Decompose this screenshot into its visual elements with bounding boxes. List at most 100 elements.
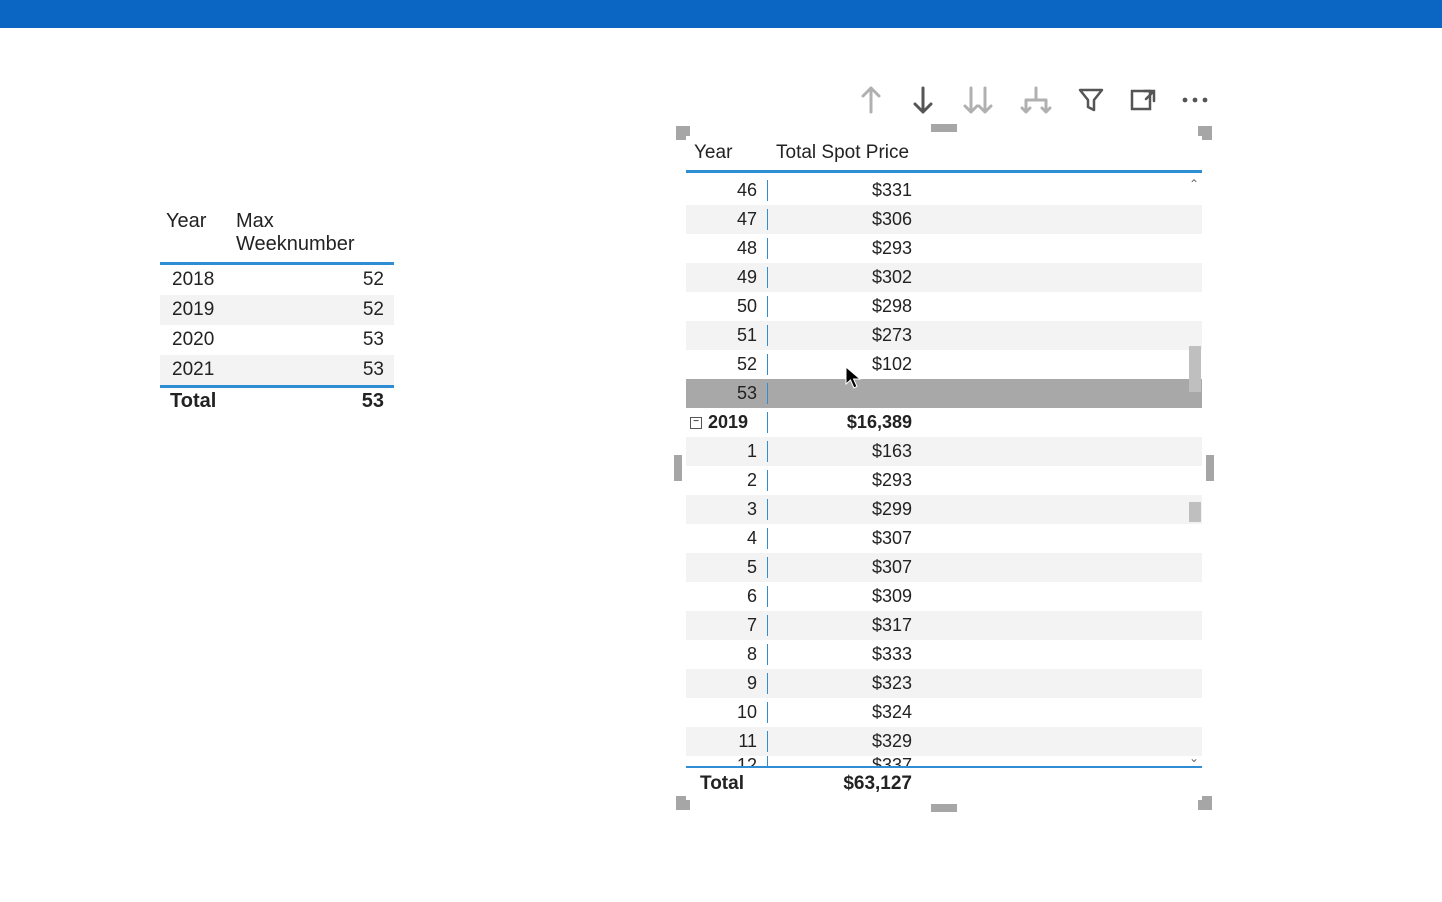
cell-value: $273 xyxy=(768,325,922,346)
table-row[interactable]: 202153 xyxy=(160,355,394,385)
row-header: 3 xyxy=(686,499,768,520)
row-header: 51 xyxy=(686,325,768,346)
matrix-body: Year Total Spot Price 46$33147$30648$293… xyxy=(686,136,1202,800)
scroll-down-icon[interactable]: ⌄ xyxy=(1186,750,1202,766)
table-viewport[interactable]: 46$33147$30648$29349$30250$29851$27352$1… xyxy=(686,176,1202,766)
cell-value: $302 xyxy=(768,267,922,288)
cell-value: $337 xyxy=(768,756,922,766)
cell-value: $331 xyxy=(768,180,922,201)
cell-value: $293 xyxy=(768,470,922,491)
table-total-row: Total $63,127 xyxy=(686,766,1202,800)
cell-value: $293 xyxy=(768,238,922,259)
total-label: Total xyxy=(160,390,230,413)
scroll-up-icon[interactable]: ⌃ xyxy=(1186,176,1202,192)
table-row[interactable]: 3$299 xyxy=(686,495,1202,524)
table-row[interactable]: 4$307 xyxy=(686,524,1202,553)
resize-handle[interactable] xyxy=(674,455,682,481)
spot-price-matrix-visual[interactable]: Year Total Spot Price 46$33147$30648$293… xyxy=(678,128,1210,808)
column-header-spotprice[interactable]: Total Spot Price xyxy=(776,142,1202,164)
table-row[interactable]: 201952 xyxy=(160,295,394,325)
cell-value: $317 xyxy=(768,615,922,636)
cell-value: $16,389 xyxy=(768,412,922,433)
row-header: 1 xyxy=(686,441,768,462)
row-header: −2019 xyxy=(686,412,768,433)
drill-down-icon[interactable] xyxy=(908,84,938,116)
collapse-icon[interactable]: − xyxy=(690,417,702,429)
table-row[interactable]: 1$163 xyxy=(686,437,1202,466)
column-header-year[interactable]: Year xyxy=(160,206,230,262)
total-label: Total xyxy=(686,773,768,795)
focus-mode-icon[interactable] xyxy=(1128,85,1158,115)
cell-year: 2019 xyxy=(160,299,230,321)
drill-up-icon[interactable] xyxy=(856,84,886,116)
table-header-row: Year Max Weeknumber xyxy=(160,206,394,265)
table-row[interactable]: 51$273 xyxy=(686,321,1202,350)
total-value: 53 xyxy=(230,390,394,413)
table-row[interactable]: 52$102 xyxy=(686,350,1202,379)
scrollbar-thumb[interactable] xyxy=(1189,346,1201,392)
table-row[interactable]: 7$317 xyxy=(686,611,1202,640)
row-header: 46 xyxy=(686,180,768,201)
scrollbar-thumb[interactable] xyxy=(1189,502,1201,522)
cell-value: $324 xyxy=(768,702,922,723)
report-canvas: Year Max Weeknumber 20185220195220205320… xyxy=(0,28,1442,902)
row-header: 53 xyxy=(686,383,768,404)
cell-value: $333 xyxy=(768,644,922,665)
vertical-scrollbar[interactable]: ⌃ ⌄ xyxy=(1186,176,1202,766)
row-header: 8 xyxy=(686,644,768,665)
cell-year: 2018 xyxy=(160,269,230,291)
table-row[interactable]: 50$298 xyxy=(686,292,1202,321)
cell-year: 2020 xyxy=(160,329,230,351)
table-row[interactable]: 53 xyxy=(686,379,1202,408)
table-header-row: Year Total Spot Price xyxy=(686,136,1202,173)
row-header: 9 xyxy=(686,673,768,694)
table-row[interactable]: 201852 xyxy=(160,265,394,295)
table-row[interactable]: 46$331 xyxy=(686,176,1202,205)
max-weeknumber-table[interactable]: Year Max Weeknumber 20185220195220205320… xyxy=(160,206,394,415)
table-row[interactable]: 9$323 xyxy=(686,669,1202,698)
cell-value: $309 xyxy=(768,586,922,607)
more-options-icon[interactable] xyxy=(1180,94,1210,106)
row-header: 48 xyxy=(686,238,768,259)
row-header: 7 xyxy=(686,615,768,636)
resize-handle[interactable] xyxy=(931,804,957,812)
table-row[interactable]: 48$293 xyxy=(686,234,1202,263)
table-row[interactable]: 2$293 xyxy=(686,466,1202,495)
table-row[interactable]: 6$309 xyxy=(686,582,1202,611)
row-header: 11 xyxy=(686,731,768,752)
table-row[interactable]: 5$307 xyxy=(686,553,1202,582)
row-header: 52 xyxy=(686,354,768,375)
cell-value: $329 xyxy=(768,731,922,752)
column-header-maxweek[interactable]: Max Weeknumber xyxy=(230,206,394,262)
resize-handle[interactable] xyxy=(1206,455,1214,481)
row-header: 47 xyxy=(686,209,768,230)
row-header: 50 xyxy=(686,296,768,317)
row-header: 49 xyxy=(686,267,768,288)
table-row[interactable]: 49$302 xyxy=(686,263,1202,292)
row-header: 12 xyxy=(686,756,768,766)
cell-value: 52 xyxy=(230,299,394,321)
cell-value: $299 xyxy=(768,499,922,520)
table-row[interactable]: 10$324 xyxy=(686,698,1202,727)
next-level-icon[interactable] xyxy=(960,84,996,116)
row-header: 4 xyxy=(686,528,768,549)
total-value: $63,127 xyxy=(768,773,922,795)
table-total-row: Total 53 xyxy=(160,385,394,415)
cell-value: $298 xyxy=(768,296,922,317)
app-topbar xyxy=(0,0,1442,28)
cell-value: $307 xyxy=(768,557,922,578)
resize-handle[interactable] xyxy=(931,124,957,132)
cell-value: 53 xyxy=(230,329,394,351)
table-row[interactable]: 11$329 xyxy=(686,727,1202,756)
cell-year: 2021 xyxy=(160,359,230,381)
table-row[interactable]: 12$337 xyxy=(686,756,1202,766)
table-row[interactable]: 8$333 xyxy=(686,640,1202,669)
expand-hierarchy-icon[interactable] xyxy=(1018,84,1054,116)
cell-value: $307 xyxy=(768,528,922,549)
table-row[interactable]: 202053 xyxy=(160,325,394,355)
cell-value: 52 xyxy=(230,269,394,291)
table-row[interactable]: 47$306 xyxy=(686,205,1202,234)
column-header-year[interactable]: Year xyxy=(694,142,776,164)
group-row[interactable]: −2019$16,389 xyxy=(686,408,1202,437)
filter-icon[interactable] xyxy=(1076,85,1106,115)
